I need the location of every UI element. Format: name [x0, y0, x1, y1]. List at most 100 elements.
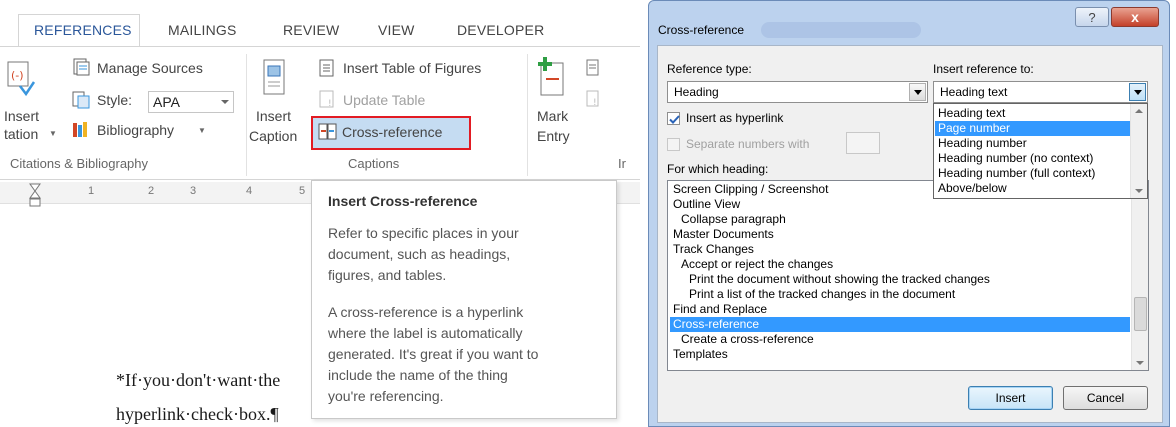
scroll-down-icon[interactable]: [1136, 361, 1144, 365]
insert-citation-label-1: Insert: [4, 108, 40, 124]
help-button[interactable]: ?: [1075, 7, 1109, 27]
list-item[interactable]: Master Documents: [670, 227, 774, 242]
index-group-label: Ir: [618, 156, 626, 171]
group-divider: [527, 54, 528, 176]
chevron-down-icon[interactable]: [1129, 83, 1146, 101]
separate-numbers-checkbox[interactable]: [667, 138, 680, 151]
headings-list[interactable]: Screen Clipping / Screenshot Outline Vie…: [667, 180, 1149, 371]
insert-reference-to-label: Insert reference to:: [933, 62, 1034, 76]
document-text-line[interactable]: hyperlink·check·box.¶: [116, 404, 279, 425]
chevron-down-icon[interactable]: [909, 83, 926, 101]
ruler-mark: 2: [148, 185, 155, 197]
scrollbar-thumb[interactable]: [1134, 297, 1147, 331]
group-divider: [246, 54, 247, 176]
list-item[interactable]: Templates: [670, 347, 728, 362]
dropdown-option-highlighted[interactable]: Page number: [935, 121, 1130, 136]
list-item-selected[interactable]: Cross-reference: [670, 317, 1130, 332]
list-item[interactable]: Print a list of the tracked changes in t…: [670, 287, 955, 302]
tab-references[interactable]: REFERENCES: [34, 22, 132, 38]
ruler-mark: 5: [299, 185, 306, 197]
dropdown-option[interactable]: Heading text: [935, 106, 1005, 121]
tooltip-paragraph-1: Refer to specific places in your documen…: [328, 223, 603, 286]
scroll-down-icon[interactable]: [1135, 189, 1143, 193]
tooltip-line: include the name of the thing: [328, 367, 508, 383]
insert-index-icon: [586, 59, 599, 76]
tab-mailings[interactable]: MAILINGS: [168, 22, 237, 38]
ruler-mark: 1: [88, 185, 95, 197]
list-item[interactable]: Track Changes: [670, 242, 754, 257]
dialog-client-area: Reference type: Heading Insert reference…: [657, 45, 1163, 423]
list-item[interactable]: Create a cross-reference: [670, 332, 814, 347]
dialog-title: Cross-reference: [658, 23, 745, 37]
update-table-icon: !: [319, 90, 334, 109]
tab-view[interactable]: VIEW: [378, 22, 415, 38]
scroll-up-icon[interactable]: [1135, 109, 1143, 113]
insert-as-hyperlink-checkbox[interactable]: [667, 112, 680, 125]
list-item[interactable]: Find and Replace: [670, 302, 767, 317]
list-item[interactable]: Collapse paragraph: [670, 212, 786, 227]
cancel-button[interactable]: Cancel: [1063, 386, 1148, 410]
document-text-line[interactable]: *If·you·don't·want·the: [116, 370, 280, 391]
cross-reference-dialog: Cross-reference ? x Reference type: Head…: [648, 0, 1170, 427]
svg-text:!: !: [593, 98, 597, 108]
dialog-crop: Cross-reference ? x Reference type: Head…: [648, 0, 1176, 427]
headings-scrollbar[interactable]: [1131, 181, 1148, 370]
style-value: APA: [153, 94, 180, 110]
close-button[interactable]: x: [1111, 7, 1159, 27]
insert-reference-to-dropdown-list[interactable]: Heading text Page number Heading number …: [933, 103, 1148, 199]
insert-table-of-figures-label: Insert Table of Figures: [343, 60, 482, 76]
list-item[interactable]: Print the document without showing the t…: [670, 272, 990, 287]
svg-text:!: !: [328, 99, 332, 109]
manage-sources-icon: [73, 58, 90, 76]
cross-reference-icon: [318, 123, 337, 140]
insert-button[interactable]: Insert: [968, 386, 1053, 410]
list-item[interactable]: Screen Clipping / Screenshot: [670, 182, 828, 197]
tooltip-line: generated. It's great if you want to: [328, 346, 539, 362]
bibliography-icon: [73, 122, 87, 137]
chevron-down-icon: ▼: [198, 126, 206, 135]
style-icon: [72, 91, 90, 109]
tooltip-title: Insert Cross-reference: [328, 193, 478, 209]
insert-as-hyperlink-label[interactable]: Insert as hyperlink: [686, 111, 783, 125]
tooltip-line: where the label is automatically: [328, 325, 523, 341]
manage-sources-label: Manage Sources: [97, 60, 203, 76]
tooltip-line: figures, and tables.: [328, 267, 447, 283]
dropdown-scrollbar[interactable]: [1130, 104, 1147, 198]
svg-text:(-): (-): [11, 69, 24, 82]
insert-citation-label-2: tation: [4, 126, 39, 142]
dropdown-option[interactable]: Above/below: [935, 181, 1007, 196]
word-window-crop: REFERENCES MAILINGS REVIEW VIEW DEVELOPE…: [0, 0, 640, 427]
citations-group-label: Citations & Bibliography: [10, 156, 149, 171]
style-dropdown[interactable]: APA: [148, 91, 234, 113]
tooltip-line: Refer to specific places in your: [328, 225, 519, 241]
indent-marker-icon[interactable]: [28, 182, 42, 210]
ruler-mark: 3: [190, 185, 197, 197]
cross-reference-tooltip: Insert Cross-reference Refer to specific…: [311, 180, 617, 419]
tooltip-line: A cross-reference is a hyperlink: [328, 304, 524, 320]
mark-entry-label-1: Mark: [537, 108, 569, 124]
tab-developer[interactable]: DEVELOPER: [457, 22, 544, 38]
title-bar-blur: [761, 22, 921, 38]
ruler-mark: 4: [246, 185, 253, 197]
chevron-down-icon: [221, 100, 229, 104]
tab-review[interactable]: REVIEW: [283, 22, 339, 38]
reference-type-label: Reference type:: [667, 62, 752, 76]
list-item[interactable]: Accept or reject the changes: [670, 257, 833, 272]
insert-citation-icon: (-): [7, 61, 36, 97]
mark-entry-label-2: Entry: [537, 128, 570, 144]
separate-numbers-label: Separate numbers with: [686, 137, 810, 151]
insert-reference-to-combo[interactable]: Heading text: [933, 81, 1148, 103]
cross-reference-label: Cross-reference: [342, 124, 443, 140]
checkmark-icon: [669, 115, 680, 124]
mark-entry-icon: [538, 57, 564, 96]
separate-numbers-input[interactable]: [846, 132, 880, 154]
dropdown-option[interactable]: Heading number: [935, 136, 1027, 151]
dropdown-option[interactable]: Heading number (no context): [935, 151, 1093, 166]
list-item[interactable]: Outline View: [670, 197, 740, 212]
dropdown-option[interactable]: Heading number (full context): [935, 166, 1095, 181]
tooltip-paragraph-2: A cross-reference is a hyperlink where t…: [328, 302, 603, 407]
tooltip-line: document, such as headings,: [328, 246, 511, 262]
reference-type-combo[interactable]: Heading: [667, 81, 928, 103]
tooltip-line: you're referencing.: [328, 388, 444, 404]
update-table-label: Update Table: [343, 92, 426, 108]
